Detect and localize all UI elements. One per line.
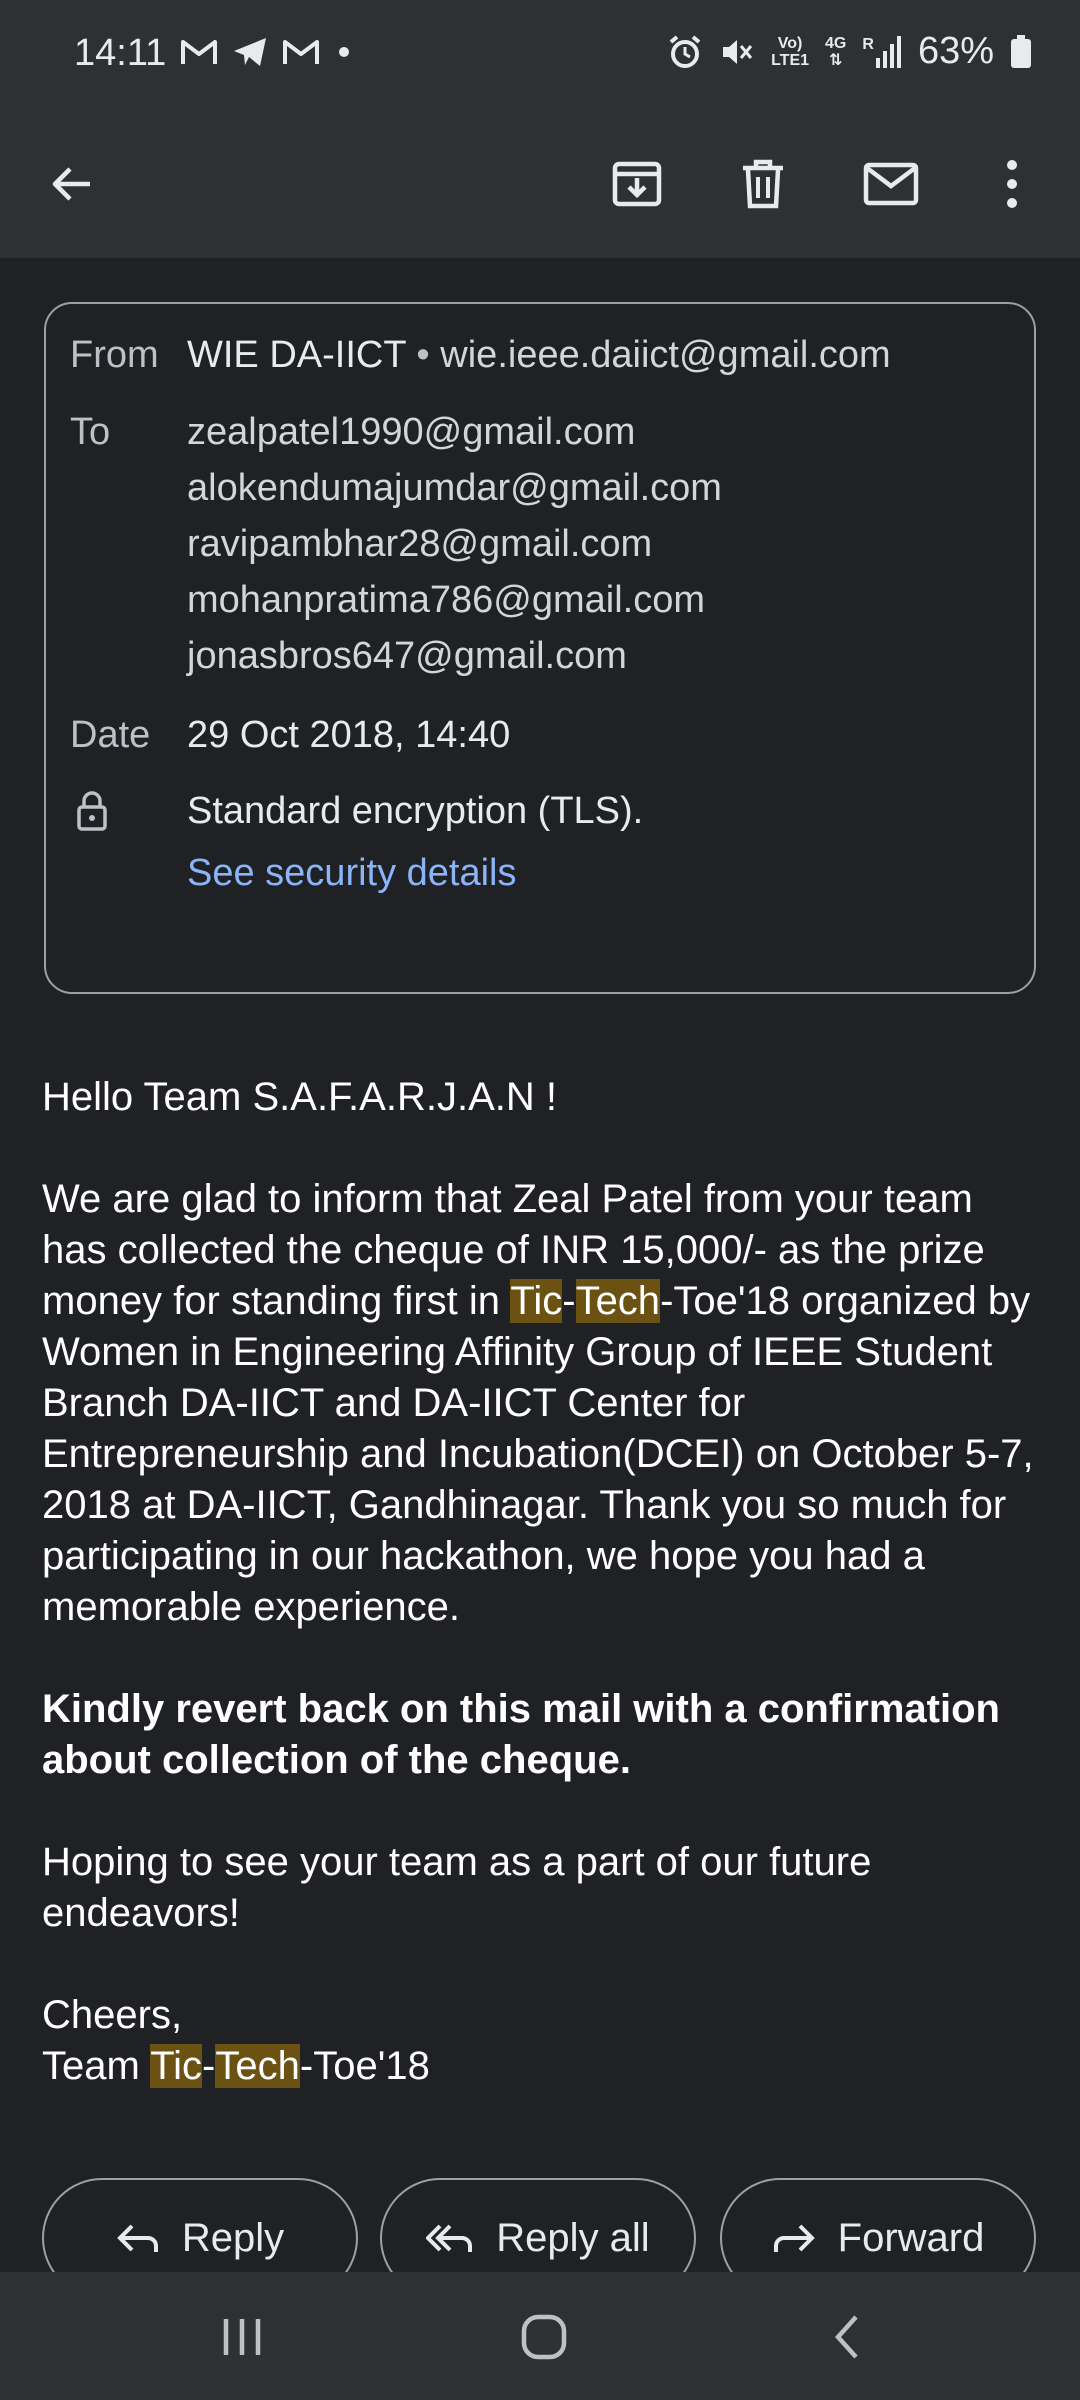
back-button[interactable] xyxy=(32,144,112,224)
search-highlight: Tech xyxy=(215,2044,300,2088)
reply-all-icon xyxy=(426,2224,473,2252)
home-button[interactable] xyxy=(504,2302,584,2372)
from-value: WIE DA-IICT • wie.ieee.daiict@gmail.com xyxy=(187,334,891,377)
forward-icon xyxy=(773,2224,815,2252)
alarm-icon xyxy=(669,34,701,68)
sender-name: WIE DA-IICT xyxy=(187,334,406,376)
recipient-email: jonasbros647@gmail.com xyxy=(187,635,627,677)
recents-button[interactable] xyxy=(202,2302,282,2372)
archive-button[interactable] xyxy=(597,144,677,224)
mark-unread-button[interactable] xyxy=(851,144,931,224)
signature: Cheers, Team Tic-Tech-Toe'18 xyxy=(42,1993,430,2088)
mail-icon xyxy=(863,162,919,206)
search-highlight: Tic xyxy=(510,1279,563,1323)
mute-icon xyxy=(723,39,753,64)
battery-icon xyxy=(1011,34,1031,68)
sender-separator: • xyxy=(416,334,430,376)
to-label: To xyxy=(70,411,111,453)
message-body: Hello Team S.A.F.A.R.J.A.N ! We are glad… xyxy=(42,1072,1042,2092)
message-details-card: From WIE DA-IICT • wie.ieee.daiict@gmail… xyxy=(44,302,1036,994)
archive-icon xyxy=(612,161,662,207)
notification-icons xyxy=(180,36,354,68)
date-label: Date xyxy=(70,714,151,756)
system-status: Vo) LTE1 4G ⇅ R 63% xyxy=(667,30,1032,73)
sender-email: wie.ieee.daiict@gmail.com xyxy=(440,334,891,376)
recipient-email: alokendumajumdar@gmail.com xyxy=(187,467,722,509)
telegram-icon xyxy=(234,38,266,66)
navigation-bar xyxy=(0,2272,1080,2400)
recents-icon xyxy=(223,2319,261,2355)
status-time: 14:11 xyxy=(74,32,167,74)
more-vert-icon xyxy=(1007,160,1017,208)
recipient-email: ravipambhar28@gmail.com xyxy=(187,523,653,565)
recipient-email: mohanpratima786@gmail.com xyxy=(187,579,706,621)
search-highlight: Tech xyxy=(575,1279,661,1323)
recipients-list: zealpatel1990@gmail.com alokendumajumdar… xyxy=(187,404,722,684)
gmail-icon xyxy=(181,40,217,64)
toolbar xyxy=(0,110,1080,258)
lock-icon xyxy=(77,791,107,831)
back-arrow-icon xyxy=(52,167,90,201)
body-paragraph: We are glad to inform that Zeal Patel fr… xyxy=(42,1177,1034,1629)
volte-indicator: Vo) LTE1 xyxy=(771,34,810,69)
battery-percentage: 63% xyxy=(917,30,994,72)
more-options-button[interactable] xyxy=(972,144,1052,224)
nav-back-icon xyxy=(834,2315,858,2359)
closing-paragraph: Hoping to see your team as a part of our… xyxy=(42,1840,872,1935)
greeting: Hello Team S.A.F.A.R.J.A.N ! xyxy=(42,1075,557,1119)
date-value: 29 Oct 2018, 14:40 xyxy=(187,714,511,756)
bold-request: Kindly revert back on this mail with a c… xyxy=(42,1687,1000,1782)
home-icon xyxy=(521,2314,567,2360)
system-back-button[interactable] xyxy=(806,2302,886,2372)
status-bar: 14:11 Vo) LTE1 4G ⇅ R 63% xyxy=(0,0,1080,110)
delete-button[interactable] xyxy=(723,144,803,224)
encryption-status: Standard encryption (TLS). xyxy=(187,790,644,832)
network-indicator: 4G ⇅ xyxy=(825,34,847,69)
search-highlight: Tic xyxy=(150,2044,203,2088)
recipient-email: zealpatel1990@gmail.com xyxy=(187,411,636,453)
signal-icon: R xyxy=(862,35,902,68)
from-label: From xyxy=(70,334,159,376)
security-details-link[interactable]: See security details xyxy=(187,852,517,895)
gmail-icon xyxy=(283,40,319,64)
reply-icon xyxy=(117,2224,158,2252)
delete-icon xyxy=(743,159,783,209)
dot-icon xyxy=(339,47,349,57)
